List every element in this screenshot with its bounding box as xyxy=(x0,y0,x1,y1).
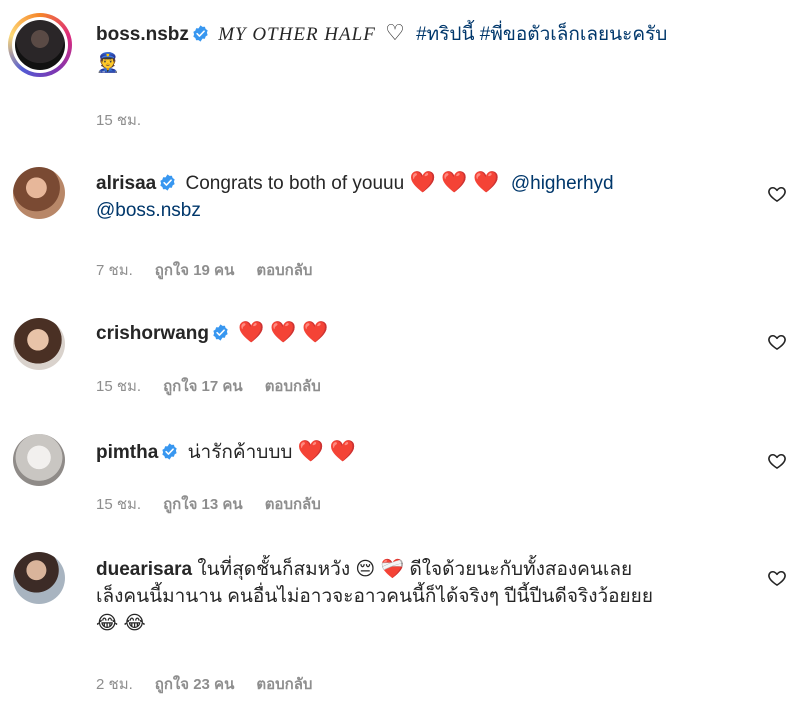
comment-text: ดีใจด้วยนะกับทั้งสองคนเลย xyxy=(409,559,633,580)
comment-text: น่ารักค้าบบบ xyxy=(187,442,293,463)
reply-button[interactable]: ตอบกลับ xyxy=(256,676,312,693)
mention-link[interactable]: @higherhyd xyxy=(511,173,614,194)
comment-text-line: เล็งคนนี้มานาน คนอื่นไม่อาวจะอาวคนนี้ก็ไ… xyxy=(96,586,653,607)
comment-timestamp[interactable]: 15 ชม. xyxy=(96,378,141,395)
heart-outline-glyph: ♡ xyxy=(385,20,405,45)
commenter-username[interactable]: alrisaa xyxy=(96,173,156,194)
comment-timestamp[interactable]: 15 ชม. xyxy=(96,496,141,513)
commenter-avatar[interactable] xyxy=(13,318,65,370)
comment-timestamp[interactable]: 7 ชม. xyxy=(96,262,133,279)
verified-badge-icon xyxy=(161,443,178,460)
mention-link[interactable]: @boss.nsbz xyxy=(96,200,201,221)
heart-emojis: ❤️ ❤️ ❤️ xyxy=(238,321,329,344)
sad-heart-emojis: 😔 ❤️‍🩹 xyxy=(355,559,405,580)
heart-outline-icon[interactable] xyxy=(767,184,787,204)
comment-meta: 15 ชม. ถูกใจ 17 คน ตอบกลับ xyxy=(96,374,343,398)
heart-outline-icon[interactable] xyxy=(767,451,787,471)
post-author-avatar[interactable] xyxy=(8,13,72,77)
comment-item: duearisara ในที่สุดชั้นก็สมหวัง 😔 ❤️‍🩹 ด… xyxy=(0,552,800,697)
heart-outline-icon[interactable] xyxy=(767,332,787,352)
comment-item: pimtha น่ารักค้าบบบ ❤️ ❤️ 15 ชม. ถูกใจ 13… xyxy=(0,434,800,524)
commenter-avatar[interactable] xyxy=(13,167,65,219)
reply-button[interactable]: ตอบกลับ xyxy=(256,262,312,279)
verified-badge-icon xyxy=(192,25,209,42)
commenter-avatar[interactable] xyxy=(13,552,65,604)
heart-outline-icon[interactable] xyxy=(767,568,787,588)
post-caption: boss.nsbz MY OTHER HALF ♡ #ทริปนี้ #พี่ข… xyxy=(0,0,800,140)
commenter-username[interactable]: duearisara xyxy=(96,559,192,580)
verified-badge-icon xyxy=(159,174,176,191)
comment-text: Congrats to both of youuu xyxy=(185,173,405,194)
comment-body: duearisara ในที่สุดชั้นก็สมหวัง 😔 ❤️‍🩹 ด… xyxy=(96,556,764,637)
hashtag[interactable]: #พี่ขอตัวเล็กเลยนะครับ xyxy=(480,24,668,45)
post-timestamp[interactable]: 15 ชม. xyxy=(96,108,141,132)
verified-badge-icon xyxy=(212,324,229,341)
comment-meta: 2 ชม. ถูกใจ 23 คน ตอบกลับ xyxy=(96,672,334,696)
comment-meta: 7 ชม. ถูกใจ 19 คน ตอบกลับ xyxy=(96,258,334,282)
caption-body: boss.nsbz MY OTHER HALF ♡ #ทริปนี้ #พี่ข… xyxy=(96,19,760,77)
heart-emojis: ❤️ ❤️ ❤️ xyxy=(409,171,500,194)
commenter-username[interactable]: pimtha xyxy=(96,442,158,463)
comment-body: crishorwang ❤️ ❤️ ❤️ xyxy=(96,319,760,347)
laughing-emojis: 😂 😂 xyxy=(96,613,146,634)
comment-item: crishorwang ❤️ ❤️ ❤️ 15 ชม. ถูกใจ 17 คน ตอ… xyxy=(0,318,800,408)
comment-likes-count[interactable]: ถูกใจ 19 คน xyxy=(155,262,235,279)
reply-button[interactable]: ตอบกลับ xyxy=(265,496,321,513)
hashtag[interactable]: #ทริปนี้ xyxy=(416,24,474,45)
heart-emojis: ❤️ ❤️ xyxy=(297,440,356,463)
comment-likes-count[interactable]: ถูกใจ 23 คน xyxy=(155,676,235,693)
commenter-avatar[interactable] xyxy=(13,434,65,486)
comment-body: alrisaa Congrats to both of youuu ❤️ ❤️ … xyxy=(96,169,760,224)
police-emoji: 👮 xyxy=(96,53,120,74)
caption-title: MY OTHER HALF xyxy=(218,24,376,45)
comment-body: pimtha น่ารักค้าบบบ ❤️ ❤️ xyxy=(96,438,760,466)
comment-meta: 15 ชม. ถูกใจ 13 คน ตอบกลับ xyxy=(96,492,343,516)
comment-timestamp[interactable]: 2 ชม. xyxy=(96,676,133,693)
comment-text: ในที่สุดชั้นก็สมหวัง xyxy=(197,559,351,580)
commenter-username[interactable]: crishorwang xyxy=(96,323,209,344)
comment-likes-count[interactable]: ถูกใจ 13 คน xyxy=(163,496,243,513)
reply-button[interactable]: ตอบกลับ xyxy=(265,378,321,395)
comment-item: alrisaa Congrats to both of youuu ❤️ ❤️ … xyxy=(0,163,800,283)
comment-likes-count[interactable]: ถูกใจ 17 คน xyxy=(163,378,243,395)
post-author-username[interactable]: boss.nsbz xyxy=(96,24,189,45)
